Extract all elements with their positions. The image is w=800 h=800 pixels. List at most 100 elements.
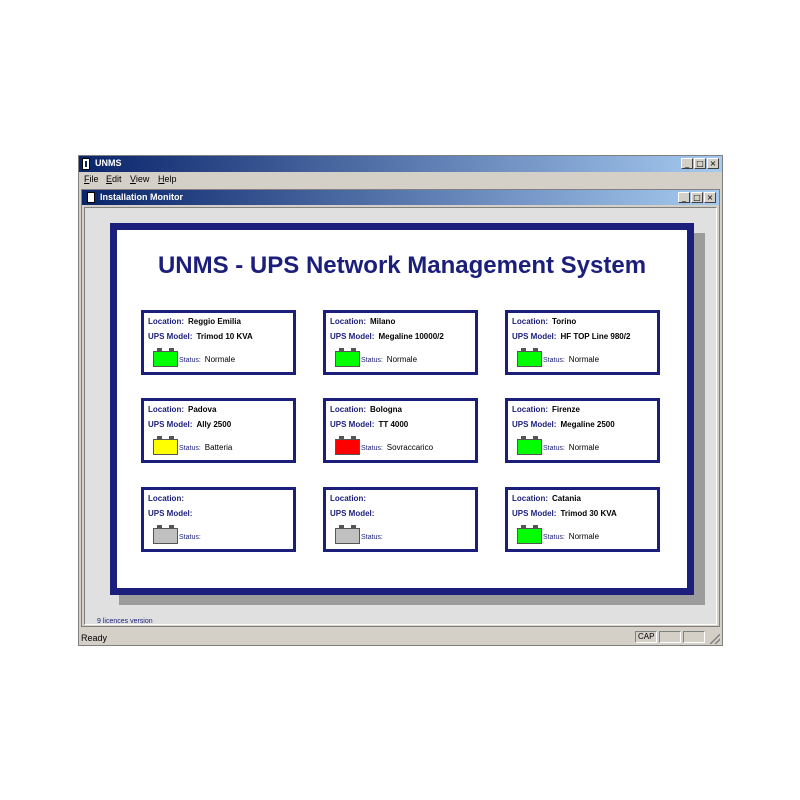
resize-grip-icon[interactable] — [710, 634, 720, 644]
status-value: Normale — [568, 355, 600, 364]
battery-icon[interactable] — [153, 436, 178, 455]
scroll-lock-indicator — [683, 631, 705, 643]
status-value: Batteria — [204, 443, 233, 452]
child-title: Installation Monitor — [100, 192, 183, 202]
battery-icon[interactable] — [517, 436, 542, 455]
app-minimize-button[interactable]: _ — [681, 158, 693, 169]
battery-terminal — [157, 348, 162, 351]
battery-terminal — [157, 525, 162, 528]
status-value: Sovraccarico — [386, 443, 434, 452]
battery-icon[interactable] — [335, 525, 360, 544]
battery-terminal — [169, 348, 174, 351]
battery-icon[interactable] — [517, 525, 542, 544]
battery-terminal — [533, 525, 538, 528]
model-value: Megaline 2500 — [560, 420, 615, 429]
location-value: Reggio Emilia — [188, 317, 241, 326]
location-label: Location: — [148, 317, 184, 326]
battery-terminal — [521, 436, 526, 439]
ups-card[interactable]: Location: Bologna UPS Model: TT 4000 Status:… — [323, 398, 478, 463]
licence-note: 9 licences version — [97, 618, 153, 625]
ups-card[interactable]: Location: UPS Model: Status: — [323, 487, 478, 552]
battery-icon[interactable] — [153, 525, 178, 544]
app-maximize-button[interactable]: □ — [694, 158, 706, 169]
location-value: Bologna — [370, 405, 402, 414]
battery-terminal — [339, 348, 344, 351]
location-label: Location: — [148, 494, 184, 503]
status-label: Status: — [361, 534, 383, 541]
menu-bar: File Edit View Help — [79, 173, 722, 186]
battery-terminal — [533, 436, 538, 439]
app-close-button[interactable]: × — [707, 158, 719, 169]
child-window-icon[interactable] — [87, 192, 95, 203]
menu-help[interactable]: Help — [158, 174, 177, 184]
ups-card[interactable]: Location: Firenze UPS Model: Megaline 2500 S… — [505, 398, 660, 463]
location-value: Padova — [188, 405, 217, 414]
status-label: Status: — [179, 357, 201, 364]
location-label: Location: — [148, 405, 184, 414]
child-title-bar[interactable]: Installation Monitor _ □ × — [82, 190, 719, 205]
battery-icon[interactable] — [153, 348, 178, 367]
status-label: Status: — [361, 445, 383, 452]
installation-monitor-window: Installation Monitor _ □ × UNMS - UPS Ne… — [81, 189, 720, 627]
status-label: Status: — [543, 357, 565, 364]
status-value: Normale — [568, 443, 600, 452]
battery-icon[interactable] — [335, 436, 360, 455]
ups-card[interactable]: Location: Torino UPS Model: HF TOP Line 980… — [505, 310, 660, 375]
menu-view[interactable]: View — [130, 174, 149, 184]
battery-icon[interactable] — [335, 348, 360, 367]
battery-terminal — [169, 436, 174, 439]
model-label: UPS Model: — [148, 509, 193, 518]
battery-terminal — [169, 525, 174, 528]
app-title-bar[interactable]: UNMS _ □ × — [79, 156, 722, 172]
model-label: UPS Model: — [148, 420, 193, 429]
unms-app-window: UNMS _ □ × File Edit View Help Installat… — [78, 155, 723, 646]
battery-terminal — [521, 525, 526, 528]
location-label: Location: — [330, 317, 366, 326]
model-value: Ally 2500 — [196, 420, 232, 429]
child-close-button[interactable]: × — [704, 192, 716, 203]
model-value: TT 4000 — [378, 420, 409, 429]
model-value: Trimod 10 KVA — [196, 332, 253, 341]
status-value: Normale — [204, 355, 236, 364]
ups-card[interactable]: Location: Padova UPS Model: Ally 2500 Status… — [141, 398, 296, 463]
battery-terminal — [351, 348, 356, 351]
location-value: Catania — [552, 494, 581, 503]
model-label: UPS Model: — [330, 509, 375, 518]
model-label: UPS Model: — [330, 420, 375, 429]
panel-title: UNMS - UPS Network Management System — [157, 252, 647, 279]
battery-terminal — [339, 525, 344, 528]
model-label: UPS Model: — [330, 332, 375, 341]
battery-terminal — [339, 436, 344, 439]
status-bar: Ready CAP — [79, 630, 722, 645]
status-label: Status: — [543, 445, 565, 452]
status-ready-text: Ready — [81, 633, 108, 643]
model-value: Megaline 10000/2 — [378, 332, 444, 341]
location-value: Firenze — [552, 405, 581, 414]
battery-icon[interactable] — [517, 348, 542, 367]
app-icon[interactable] — [82, 158, 90, 170]
location-label: Location: — [330, 405, 366, 414]
battery-terminal — [157, 436, 162, 439]
model-value: Trimod 30 KVA — [560, 509, 617, 518]
status-label: Status: — [179, 445, 201, 452]
model-label: UPS Model: — [512, 420, 557, 429]
battery-terminal — [351, 436, 356, 439]
ups-card[interactable]: Location: UPS Model: Status: — [141, 487, 296, 552]
battery-terminal — [533, 348, 538, 351]
ups-card[interactable]: Location: Milano UPS Model: Megaline 10000/… — [323, 310, 478, 375]
status-label: Status: — [179, 534, 201, 541]
battery-terminal — [351, 525, 356, 528]
monitor-canvas: UNMS - UPS Network Management System Loc… — [84, 207, 717, 625]
location-value: Milano — [370, 317, 396, 326]
location-label: Location: — [330, 494, 366, 503]
ups-card[interactable]: Location: Reggio Emilia UPS Model: Trimod 1… — [141, 310, 296, 375]
child-minimize-button[interactable]: _ — [678, 192, 690, 203]
menu-file[interactable]: File — [84, 174, 99, 184]
location-label: Location: — [512, 317, 548, 326]
child-maximize-button[interactable]: □ — [691, 192, 703, 203]
battery-terminal — [521, 348, 526, 351]
location-label: Location: — [512, 405, 548, 414]
caps-lock-indicator: CAP — [635, 631, 657, 643]
ups-card[interactable]: Location: Catania UPS Model: Trimod 30 KVA S… — [505, 487, 660, 552]
menu-edit[interactable]: Edit — [106, 174, 122, 184]
